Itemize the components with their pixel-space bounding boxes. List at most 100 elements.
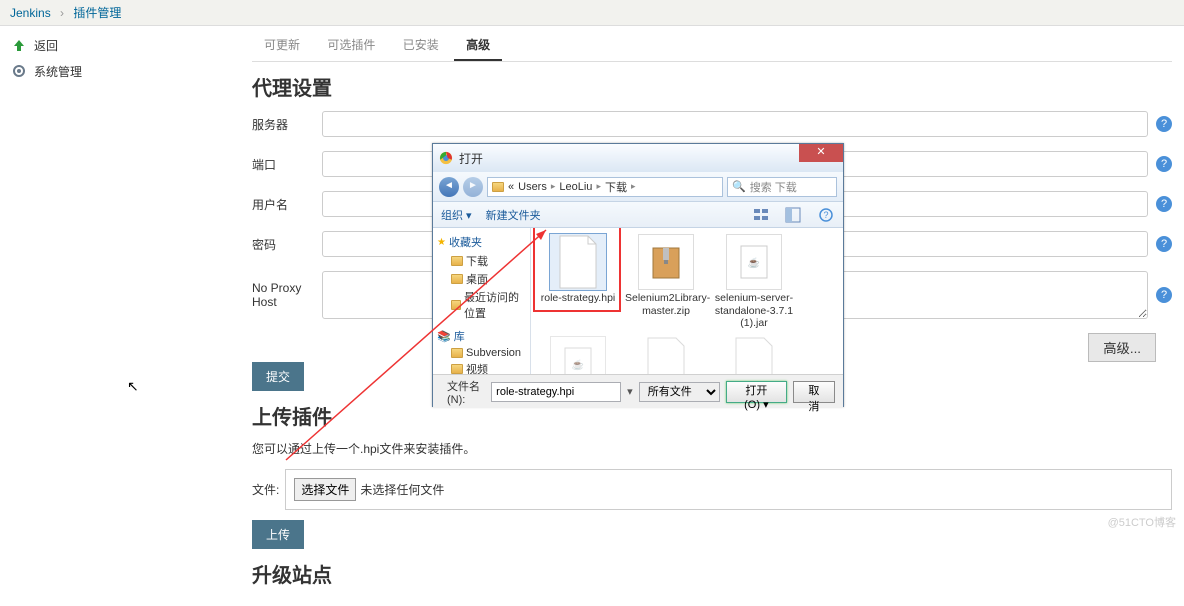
nav-back-button[interactable]: ◄ [439,177,459,197]
address-box[interactable]: « Users▸ LeoLiu▸ 下载▸ [487,177,723,197]
user-label: 用户名 [252,196,322,213]
svg-text:?: ? [823,210,828,220]
sidebar-back-label: 返回 [34,37,58,54]
help-icon[interactable]: ? [1156,287,1172,303]
nav-downloads[interactable]: 下载 [437,252,526,270]
chrome-icon [439,151,453,165]
nav-fwd-button[interactable]: ► [463,177,483,197]
dialog-file-list[interactable]: role-strategy.hpi Selenium2Library-maste… [531,228,843,374]
file-open-dialog: 打开 ✕ ◄ ► « Users▸ LeoLiu▸ 下载▸ 🔍 搜索 下载 组织… [432,143,844,407]
gear-icon [10,62,28,80]
proxy-title: 代理设置 [252,72,1172,101]
dialog-titlebar[interactable]: 打开 ✕ [433,144,843,172]
sidebar: 返回 系统管理 [0,22,240,94]
help-icon[interactable]: ? [1156,116,1172,132]
upload-desc: 您可以通过上传一个.hpi文件来安装插件。 [252,440,1172,457]
search-box[interactable]: 🔍 搜索 下载 [727,177,837,197]
dialog-address-bar: ◄ ► « Users▸ LeoLiu▸ 下载▸ 🔍 搜索 下载 [433,172,843,202]
file-thumb [726,336,782,374]
open-button[interactable]: 打开(O) ▾ [726,381,787,403]
noproxy-label: No Proxy Host [252,281,322,309]
folder-icon [451,300,461,310]
folder-icon [451,256,463,266]
file-name: Selenium2Library-master.zip [625,292,707,317]
view-icon[interactable] [753,207,771,223]
folder-icon [451,348,463,358]
cursor-icon: ↖ [127,378,139,395]
addr-seg[interactable]: LeoLiu [559,181,592,193]
file-item[interactable]: role-strategy.hpi [537,234,619,330]
server-input[interactable] [322,111,1148,137]
advanced-button[interactable]: 高级... [1088,333,1156,362]
file-name: selenium-server-standalone-3.7.1 (1).jar [713,292,795,330]
libraries-group[interactable]: 📚库 [437,328,526,344]
nav-recent[interactable]: 最近访问的位置 [437,288,526,322]
tab-updates[interactable]: 可更新 [252,30,312,59]
star-icon: ★ [437,237,446,248]
file-item[interactable]: Selenium2Library-master.zip [625,234,707,330]
port-label: 端口 [252,156,322,173]
new-folder-button[interactable]: 新建文件夹 [486,207,541,223]
addr-seg[interactable]: « [508,181,514,193]
file-thumb [638,336,694,374]
nav-videos[interactable]: 视频 [437,360,526,374]
tab-installed[interactable]: 已安装 [391,30,451,59]
folder-icon [451,364,463,374]
watermark: @51CTO博客 [1108,514,1176,530]
svg-text:☕: ☕ [748,256,760,269]
search-icon: 🔍 [732,180,746,193]
tabs: 可更新 可选插件 已安装 高级 [252,30,1172,62]
file-item[interactable] [713,336,795,374]
file-item[interactable]: ☕ selenium-server-standalone-3.7.1 (1).j… [713,234,795,330]
preview-icon[interactable] [785,207,803,223]
server-label: 服务器 [252,116,322,133]
password-label: 密码 [252,236,322,253]
breadcrumb-page[interactable]: 插件管理 [73,6,121,20]
submit-button[interactable]: 提交 [252,362,304,391]
sidebar-back[interactable]: 返回 [10,32,230,58]
file-thumb: ☕ [726,234,782,290]
no-file-text: 未选择任何文件 [360,481,444,498]
file-thumb [550,234,606,290]
tab-advanced[interactable]: 高级 [454,30,502,61]
file-item[interactable] [625,336,707,374]
help-icon[interactable]: ? [1156,196,1172,212]
file-item[interactable]: ☕ [537,336,619,374]
file-label: 文件: [252,481,279,498]
filename-input[interactable] [491,382,621,402]
svg-text:☕: ☕ [572,358,584,371]
cancel-button[interactable]: 取消 [793,381,835,403]
close-button[interactable]: ✕ [799,144,843,162]
breadcrumb-root[interactable]: Jenkins [10,6,51,20]
nav-desktop[interactable]: 桌面 [437,270,526,288]
filetype-select[interactable]: 所有文件 [639,382,720,402]
tab-available[interactable]: 可选插件 [315,30,387,59]
arrow-up-icon [10,36,28,54]
file-thumb [638,234,694,290]
search-placeholder: 搜索 下载 [750,179,797,195]
addr-seg[interactable]: Users [518,181,547,193]
file-name: role-strategy.hpi [537,292,619,305]
favorites-group[interactable]: ★收藏夹 [437,234,526,250]
folder-icon [492,182,504,192]
dialog-body: ★收藏夹 下载 桌面 最近访问的位置 📚库 Subversion 视频 图片 文… [433,228,843,374]
file-thumb: ☕ [550,336,606,374]
sidebar-sysmgmt[interactable]: 系统管理 [10,58,230,84]
dialog-toolbar: 组织 ▾ 新建文件夹 ? [433,202,843,228]
update-site-title: 升级站点 [252,559,1172,588]
breadcrumb-sep: › [60,6,64,20]
nav-subversion[interactable]: Subversion [437,346,526,360]
help-icon[interactable]: ? [1156,156,1172,172]
choose-file-button[interactable]: 选择文件 [294,478,356,501]
help-icon[interactable]: ? [817,207,835,223]
filename-label: 文件名(N): [447,378,485,406]
upload-button[interactable]: 上传 [252,520,304,549]
dialog-title: 打开 [459,150,483,167]
dialog-footer: 文件名(N): ▾ 所有文件 打开(O) ▾ 取消 [433,374,843,408]
addr-seg[interactable]: 下载 [605,179,627,195]
organize-button[interactable]: 组织 ▾ [441,207,472,223]
dialog-nav-tree: ★收藏夹 下载 桌面 最近访问的位置 📚库 Subversion 视频 图片 文… [433,228,531,374]
help-icon[interactable]: ? [1156,236,1172,252]
folder-icon [451,274,463,284]
library-icon: 📚 [437,330,451,343]
